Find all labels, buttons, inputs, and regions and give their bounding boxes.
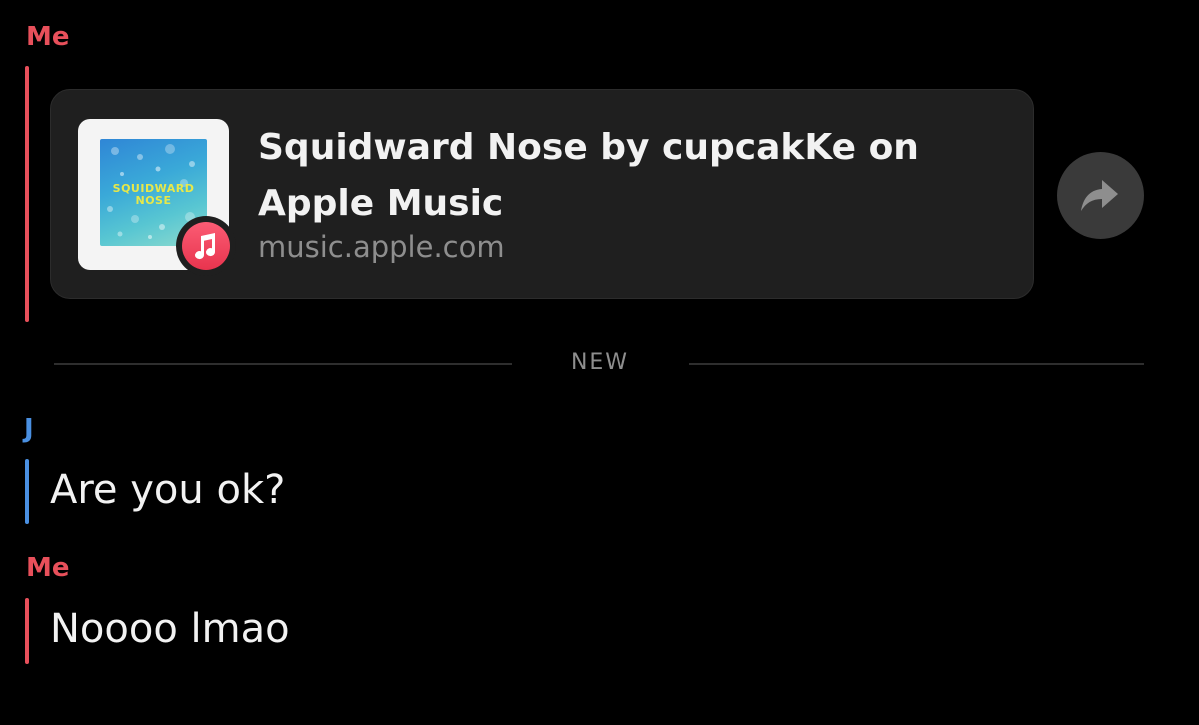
link-preview-card[interactable]: SQUIDWARD NOSE Squidward Nose by cupcakK… [50, 89, 1034, 299]
sender-name-me: Me [26, 553, 70, 583]
album-art-text: NOSE [135, 194, 172, 207]
message-text: Are you ok? [50, 467, 286, 513]
link-domain: music.apple.com [258, 230, 505, 264]
link-title-line: Squidward Nose by cupcakKe on [258, 127, 919, 168]
share-button[interactable] [1057, 152, 1144, 239]
message-accent-bar-me [25, 66, 29, 322]
message-accent-bar-me [25, 598, 29, 664]
apple-music-badge [176, 216, 236, 276]
message-accent-bar-j [25, 459, 29, 524]
divider-line-left [54, 363, 512, 365]
link-title: Squidward Nose by cupcakKe on Apple Musi… [258, 120, 958, 232]
sender-name-me: Me [26, 22, 70, 52]
link-title-line: Apple Music [258, 183, 504, 224]
album-art-text: SQUIDWARD [112, 182, 195, 195]
divider-line-right [689, 363, 1144, 365]
music-note-icon [195, 233, 216, 260]
message-text: Noooo lmao [50, 606, 290, 652]
sender-name-j: J [24, 414, 34, 444]
new-messages-label: NEW [570, 350, 630, 375]
share-arrow-icon [1081, 180, 1118, 211]
